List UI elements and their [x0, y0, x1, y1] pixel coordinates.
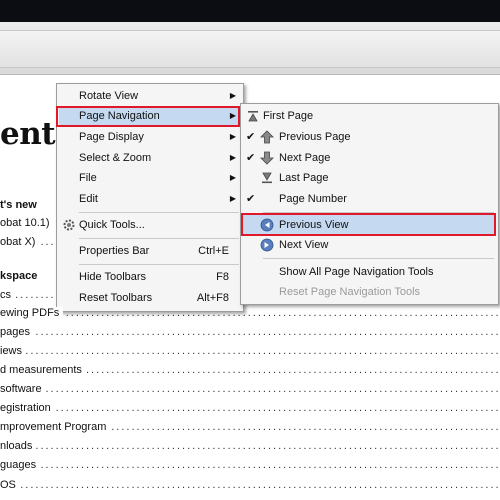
menu-item-label: Quick Tools...	[79, 219, 145, 231]
menu-item-label: Previous View	[279, 219, 349, 231]
next-page-icon	[260, 151, 274, 165]
menu-item-page-navigation[interactable]: Page Navigation ▶	[59, 106, 241, 126]
submenu-item-reset-tools: Reset Page Navigation Tools	[243, 282, 496, 302]
checkmark-icon: ✔	[246, 152, 256, 164]
submenu-item-last-page[interactable]: Last Page	[243, 168, 496, 188]
menu-shortcut: F8	[216, 271, 229, 283]
next-view-icon	[260, 238, 274, 252]
menu-item-label: Page Number	[279, 193, 347, 205]
toc-entry[interactable]: egistration.............................…	[0, 402, 500, 416]
menu-item-quick-tools[interactable]: Quick Tools...	[59, 215, 241, 235]
toc-entry[interactable]: d measurements..........................…	[0, 364, 500, 378]
menu-item-label: Reset Page Navigation Tools	[279, 286, 421, 298]
menu-item-hide-toolbars[interactable]: Hide Toolbars F8	[59, 267, 241, 287]
section-heading-whats-new: t's new	[0, 199, 37, 211]
toc-entry[interactable]: iews....................................…	[0, 345, 500, 359]
menu-item-select-zoom[interactable]: Select & Zoom ▶	[59, 148, 241, 168]
menu-item-label: Rotate View	[79, 90, 139, 102]
menu-item-rotate-view[interactable]: Rotate View ▶	[59, 86, 241, 106]
previous-view-icon	[260, 218, 274, 232]
menu-item-page-display[interactable]: Page Display ▶	[59, 127, 241, 147]
toc-entry[interactable]: pages...................................…	[0, 326, 500, 340]
toc-entry[interactable]: software................................…	[0, 383, 500, 397]
view-menu: Rotate View ▶ Page Navigation ▶ Page Dis…	[56, 83, 244, 312]
submenu-arrow-icon: ▶	[229, 173, 236, 182]
toc-entry[interactable]: nloads..................................…	[0, 440, 500, 454]
checkmark-icon: ✔	[246, 131, 256, 143]
submenu-arrow-icon: ▶	[229, 91, 236, 100]
menu-item-label: Next View	[279, 239, 329, 251]
menu-item-label: Previous Page	[279, 131, 351, 143]
toc-entry[interactable]: guages..................................…	[0, 459, 500, 473]
menu-item-label: Select & Zoom	[79, 152, 152, 164]
submenu-item-previous-page[interactable]: ✔ Previous Page	[243, 127, 496, 147]
menu-item-label: File	[79, 172, 97, 184]
submenu-arrow-icon: ▶	[229, 132, 236, 141]
menu-item-label: Next Page	[279, 152, 331, 164]
menu-item-file[interactable]: File ▶	[59, 168, 241, 188]
submenu-item-page-number[interactable]: ✔ Page Number	[243, 189, 496, 209]
menu-item-label: Reset Toolbars	[79, 292, 153, 304]
menu-shortcut: Alt+F8	[196, 292, 229, 304]
menu-item-edit[interactable]: Edit ▶	[59, 189, 241, 209]
menu-item-label: Page Navigation	[79, 110, 160, 122]
menu-item-label: Show All Page Navigation Tools	[279, 266, 434, 278]
menu-item-label: Last Page	[279, 172, 329, 184]
submenu-arrow-icon: ▶	[229, 153, 236, 162]
submenu-item-next-page[interactable]: ✔ Next Page	[243, 148, 496, 168]
menu-separator	[79, 264, 239, 265]
section-heading-workspace: kspace	[0, 270, 38, 282]
submenu-item-first-page[interactable]: First Page	[243, 106, 496, 126]
checkmark-icon: ✔	[246, 193, 256, 205]
gear-icon	[63, 219, 75, 231]
menu-item-label: First Page	[263, 110, 314, 122]
menu-item-properties-bar[interactable]: Properties Bar Ctrl+E	[59, 241, 241, 261]
menu-item-label: Page Display	[79, 131, 144, 143]
menu-item-reset-toolbars[interactable]: Reset Toolbars Alt+F8	[59, 288, 241, 308]
toolbar-strip	[0, 30, 500, 68]
page-navigation-submenu: First Page ✔ Previous Page ✔ Next Page L…	[240, 103, 499, 305]
submenu-item-next-view[interactable]: Next View	[243, 235, 496, 255]
previous-page-icon	[260, 130, 274, 144]
submenu-item-previous-view[interactable]: Previous View	[243, 215, 496, 235]
toc-entry[interactable]: OS......................................…	[0, 479, 500, 493]
toolbar-area	[0, 22, 500, 75]
last-page-icon	[262, 172, 272, 184]
menu-item-label: Properties Bar	[79, 245, 150, 257]
menu-item-label: Hide Toolbars	[79, 271, 147, 283]
first-page-icon	[248, 111, 258, 122]
toc-entry[interactable]: mprovement Program......................…	[0, 421, 500, 435]
menu-separator	[263, 212, 494, 213]
submenu-arrow-icon: ▶	[229, 194, 236, 203]
menu-shortcut: Ctrl+E	[198, 245, 229, 257]
menu-separator	[79, 212, 239, 213]
menu-item-label: Edit	[79, 193, 98, 205]
menu-separator	[79, 238, 239, 239]
menu-separator	[263, 258, 494, 259]
submenu-arrow-icon: ▶	[229, 111, 236, 120]
window-titlebar	[0, 0, 500, 22]
submenu-item-show-all-tools[interactable]: Show All Page Navigation Tools	[243, 262, 496, 282]
